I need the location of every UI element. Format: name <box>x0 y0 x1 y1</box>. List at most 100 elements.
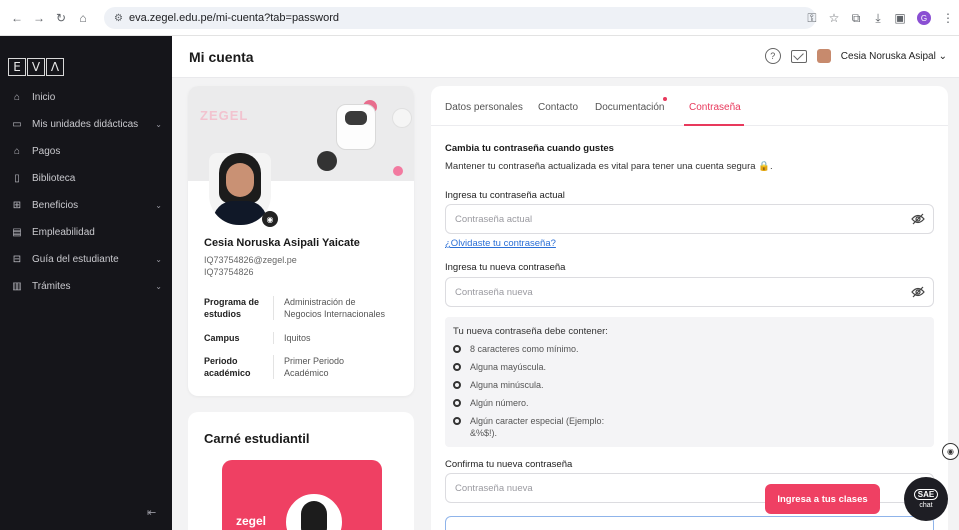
home-icon[interactable]: ⌂ <box>74 9 92 27</box>
form-description: Mantener tu contraseña actualizada es vi… <box>445 161 773 172</box>
info-key: Programa de estudios <box>204 296 274 320</box>
extensions-icon[interactable]: ⧉ <box>845 11 867 26</box>
tab-documentacion[interactable]: Documentación <box>595 102 664 113</box>
site-settings-icon[interactable]: ⚙ <box>114 13 123 24</box>
next-field[interactable] <box>445 516 934 530</box>
sidebar-item-mis-unidades[interactable]: ▭ Mis unidades didácticas ⌄ <box>0 111 172 138</box>
logo-letter: Λ <box>46 58 64 76</box>
tab-contrasena[interactable]: Contraseña <box>689 102 741 113</box>
browser-menu-icon[interactable]: ⋮ <box>937 11 959 25</box>
new-password-input[interactable] <box>455 286 903 298</box>
url-text: eva.zegel.edu.pe/mi-cuenta?tab=password <box>128 12 340 24</box>
sidebar-item-empleabilidad[interactable]: ▤ Empleabilidad <box>0 219 172 246</box>
collapse-sidebar-icon[interactable]: ⇤ <box>147 506 156 519</box>
browser-toolbar: ← → ↻ ⌂ ⚙ eva.zegel.edu.pe/mi-cuenta?tab… <box>0 0 959 36</box>
page-header: Mi cuenta ? Cesia Noruska Asipal ⌄ <box>172 36 959 78</box>
sidebar-item-guia-estudiante[interactable]: ⊟ Guía del estudiante ⌄ <box>0 246 172 273</box>
student-email: IQ73754826@zegel.pe <box>204 255 297 265</box>
chevron-down-icon: ⌄ <box>155 255 162 264</box>
address-bar[interactable]: ⚙ eva.zegel.edu.pe/mi-cuenta?tab=passwor… <box>104 7 816 29</box>
info-row-programa: Programa de estudios Administración de Neg… <box>204 296 404 320</box>
sidebar-item-pagos[interactable]: ⌂ Pagos <box>0 138 172 165</box>
requirement-item: Algún número. <box>453 397 529 409</box>
info-row-periodo: Periodo académico Primer Periodo Académico <box>204 355 404 379</box>
sidebar-item-beneficios[interactable]: ⊞ Beneficios ⌄ <box>0 192 172 219</box>
join-classes-button[interactable]: Ingresa a tus clases <box>765 484 880 514</box>
tab-contacto[interactable]: Contacto <box>538 102 578 113</box>
sidebar-item-label: Inicio <box>32 92 56 103</box>
bookmark-star-icon[interactable]: ☆ <box>823 11 845 25</box>
circle-icon <box>453 399 461 407</box>
planet-decoration <box>392 108 412 128</box>
sidebar-item-label: Empleabilidad <box>32 227 95 238</box>
chevron-down-icon: ⌄ <box>155 201 162 210</box>
info-value: Primer Periodo Académico <box>284 356 345 378</box>
back-arrow-icon[interactable]: ← <box>8 9 26 27</box>
book-icon: ▭ <box>12 119 22 130</box>
forgot-password-link[interactable]: ¿Olvidaste tu contraseña? <box>445 238 556 249</box>
account-tabs: Datos personales Contacto Documentación … <box>431 86 948 126</box>
download-icon[interactable]: ⤓ <box>867 11 889 26</box>
requirement-item: Alguna mayúscula. <box>453 361 546 373</box>
current-password-field <box>445 204 934 234</box>
reload-icon[interactable]: ↻ <box>52 9 70 27</box>
sidebar-item-label: Biblioteca <box>32 173 76 184</box>
circle-icon <box>453 345 461 353</box>
sidebar-item-tramites[interactable]: ▥ Trámites ⌄ <box>0 273 172 300</box>
chevron-down-icon: ⌄ <box>155 120 162 129</box>
browser-profile-avatar[interactable]: G <box>917 11 931 25</box>
info-row-campus: Campus Iquitos <box>204 332 404 344</box>
zegel-logo: ZEGEL <box>200 108 249 123</box>
new-password-label: Ingresa tu nueva contraseña <box>445 262 566 273</box>
active-tab-indicator <box>684 124 744 126</box>
profile-photo <box>209 153 271 225</box>
briefcase-icon: ▤ <box>12 227 22 238</box>
current-password-input[interactable] <box>455 213 903 225</box>
sidebar-item-label: Guía del estudiante <box>32 254 119 265</box>
page-title: Mi cuenta <box>189 49 254 65</box>
camera-icon[interactable]: ◉ <box>262 211 278 227</box>
grid-icon: ⊞ <box>12 200 22 211</box>
password-form-card: Datos personales Contacto Documentación … <box>431 86 948 530</box>
password-key-icon[interactable]: ⚿ <box>801 11 823 26</box>
student-id-card[interactable]: zegel <box>222 460 382 530</box>
password-requirements: Tu nueva contraseña debe contener: 8 car… <box>445 317 934 447</box>
sidebar-item-biblioteca[interactable]: ▯ Biblioteca <box>0 165 172 192</box>
sae-badge: SAE <box>913 489 939 500</box>
circle-icon <box>453 417 461 425</box>
sidebar-item-label: Trámites <box>32 281 71 292</box>
id-photo <box>286 494 342 530</box>
confirm-password-label: Confirma tu nueva contraseña <box>445 459 573 470</box>
home-icon: ⌂ <box>13 92 21 103</box>
tab-datos-personales[interactable]: Datos personales <box>445 102 523 113</box>
new-password-field <box>445 277 934 307</box>
carnet-title: Carné estudiantil <box>204 431 310 446</box>
carnet-card: Carné estudiantil zegel <box>188 412 414 530</box>
accessibility-icon[interactable]: ◉ <box>942 443 959 460</box>
requirement-item: Alguna minúscula. <box>453 379 544 391</box>
eye-slash-icon[interactable] <box>903 213 933 225</box>
info-key: Campus <box>204 332 274 344</box>
sidebar-item-label: Pagos <box>32 146 61 157</box>
eva-logo[interactable]: E V Λ <box>8 58 64 76</box>
current-password-label: Ingresa tu contraseña actual <box>445 190 565 201</box>
requirement-item: Algún caracter especial (Ejemplo: &%$!). <box>453 415 604 439</box>
student-code: IQ73754826 <box>204 267 254 277</box>
avatar[interactable] <box>816 49 831 63</box>
sidebar-item-inicio[interactable]: ⌂ Inicio <box>0 84 172 111</box>
eye-slash-icon[interactable] <box>903 286 933 298</box>
planet-decoration <box>317 151 337 171</box>
form-heading: Cambia tu contraseña cuando gustes <box>445 143 614 154</box>
requirements-title: Tu nueva contraseña debe contener: <box>453 326 608 337</box>
help-icon[interactable]: ? <box>764 48 781 64</box>
planet-decoration <box>393 166 403 176</box>
side-panel-icon[interactable]: ▣ <box>889 11 911 25</box>
logo-letter: V <box>27 58 45 76</box>
info-value: Iquitos <box>284 333 311 343</box>
mail-icon[interactable] <box>790 49 807 63</box>
info-key: Periodo académico <box>204 355 274 379</box>
user-menu[interactable]: Cesia Noruska Asipal ⌄ <box>841 51 947 62</box>
forward-arrow-icon[interactable]: → <box>30 9 48 27</box>
sidebar-item-label: Beneficios <box>32 200 79 211</box>
sae-chat-button[interactable]: SAE chat <box>904 477 948 521</box>
